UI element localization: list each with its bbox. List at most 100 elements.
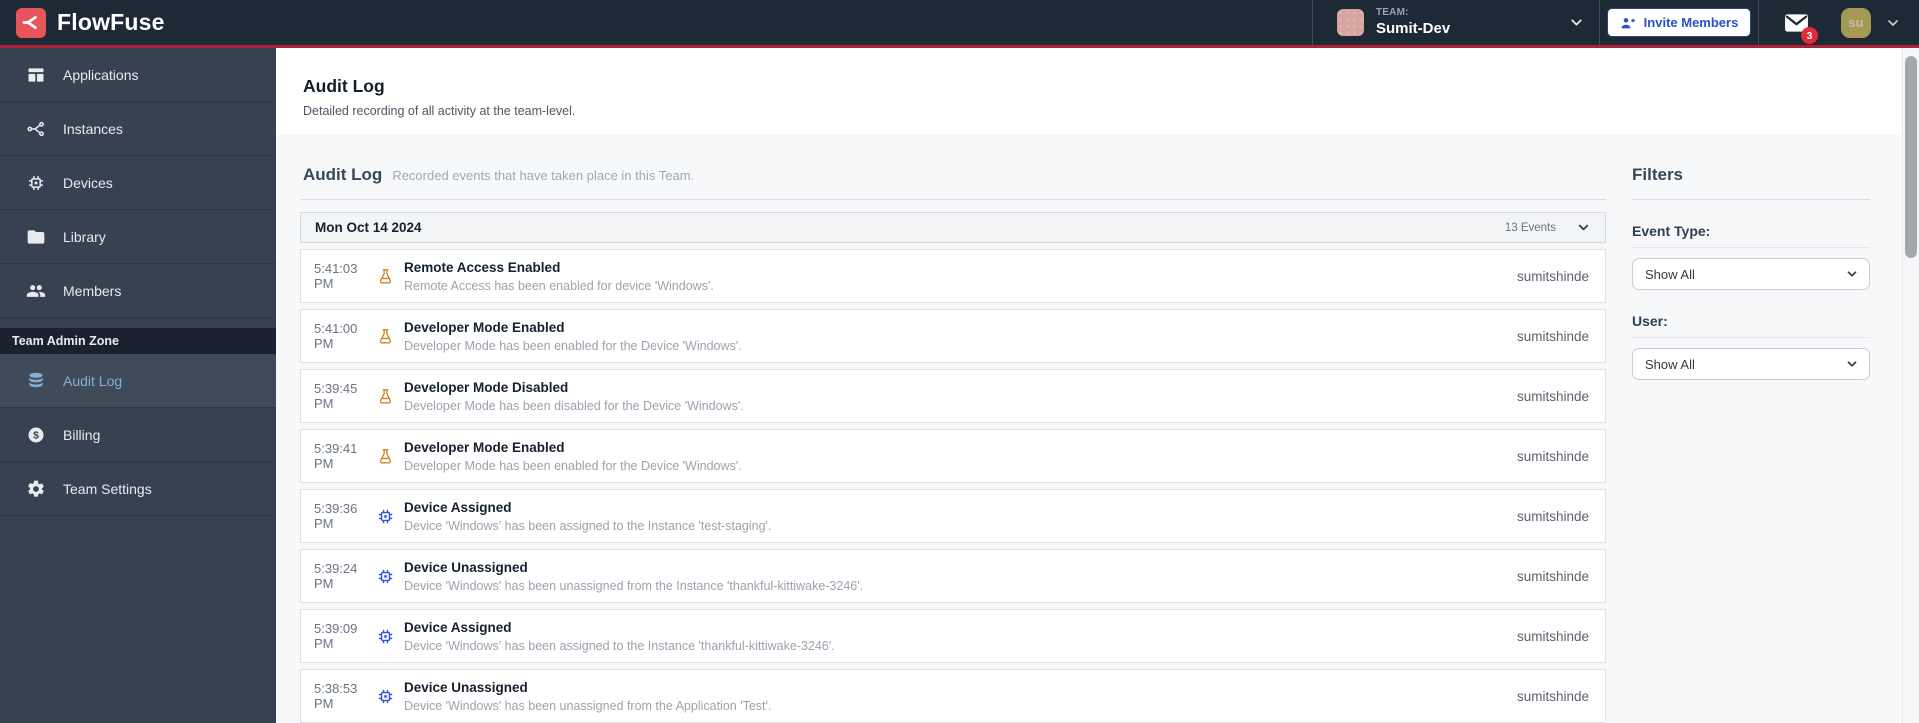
sidebar-item-library[interactable]: Library xyxy=(0,210,276,264)
vertical-scrollbar[interactable] xyxy=(1902,48,1919,723)
user-filter-select[interactable]: Show All xyxy=(1632,348,1870,380)
divider xyxy=(300,199,1606,200)
filters-panel: Filters Event Type: Show All User: Show … xyxy=(1632,165,1870,723)
chevron-down-icon xyxy=(1845,357,1859,371)
user-menu: su xyxy=(1833,0,1919,45)
event-time: 5:41:00 PM xyxy=(314,321,358,351)
sidebar-item-label: Applications xyxy=(63,66,139,83)
audit-event-row: 5:39:36 PM Device Assigned Device 'Windo… xyxy=(300,489,1606,543)
event-time: 5:39:24 PM xyxy=(314,561,358,591)
audit-event-row: 5:41:00 PM Developer Mode Enabled Develo… xyxy=(300,309,1606,363)
sidebar-item-label: Members xyxy=(63,282,122,299)
team-label: TEAM: xyxy=(1376,7,1409,19)
event-time: 5:39:09 PM xyxy=(314,621,358,651)
event-description: Device 'Windows' has been unassigned fro… xyxy=(404,698,772,713)
sidebar-item-applications[interactable]: Applications xyxy=(0,48,276,102)
chip-icon xyxy=(376,567,395,586)
sidebar-item-label: Devices xyxy=(63,174,113,191)
audit-event-row: 5:39:41 PM Developer Mode Enabled Develo… xyxy=(300,429,1606,483)
invite-members-segment: Invite Members xyxy=(1600,0,1758,45)
users-icon xyxy=(26,281,46,301)
chevron-down-icon xyxy=(1568,14,1585,31)
event-title: Developer Mode Enabled xyxy=(404,439,565,455)
event-user: sumitshinde xyxy=(1516,688,1589,704)
event-user: sumitshinde xyxy=(1516,448,1589,464)
date-group-label: Mon Oct 14 2024 xyxy=(315,220,422,235)
sidebar-item-devices[interactable]: Devices xyxy=(0,156,276,210)
sidebar-item-label: Billing xyxy=(63,426,101,443)
sidebar-item-team-settings[interactable]: Team Settings xyxy=(0,462,276,516)
flask-icon xyxy=(376,327,395,346)
flask-icon xyxy=(376,447,395,466)
event-type-label: Event Type: xyxy=(1632,223,1711,239)
page-subtitle: Detailed recording of all activity at th… xyxy=(303,104,576,118)
team-admin-zone-header: Team Admin Zone xyxy=(0,328,276,354)
event-description: Developer Mode has been disabled for the… xyxy=(404,398,744,413)
divider xyxy=(1632,337,1870,338)
event-title: Developer Mode Disabled xyxy=(404,379,569,395)
divider xyxy=(1632,199,1870,200)
event-user: sumitshinde xyxy=(1516,508,1589,524)
notifications-button[interactable]: 3 xyxy=(1759,0,1833,45)
sidebar-item-label: Audit Log xyxy=(63,372,123,389)
applications-icon xyxy=(26,65,46,85)
flowfuse-logo-icon xyxy=(16,7,46,38)
audit-event-row: 5:39:24 PM Device Unassigned Device 'Win… xyxy=(300,549,1606,603)
audit-event-row: 5:41:03 PM Remote Access Enabled Remote … xyxy=(300,249,1606,303)
flask-icon xyxy=(376,387,395,406)
event-type-select[interactable]: Show All xyxy=(1632,258,1870,290)
user-filter-value: Show All xyxy=(1645,356,1695,372)
chevron-down-icon xyxy=(1845,267,1859,281)
team-selector[interactable]: TEAM: Sumit-Dev xyxy=(1313,0,1599,45)
main-content: Audit Log Detailed recording of all acti… xyxy=(276,48,1919,723)
audit-event-row: 5:39:45 PM Developer Mode Disabled Devel… xyxy=(300,369,1606,423)
scrollbar-thumb[interactable] xyxy=(1905,56,1917,258)
sidebar-item-instances[interactable]: Instances xyxy=(0,102,276,156)
gear-icon xyxy=(26,479,46,499)
instances-icon xyxy=(26,119,46,139)
top-navbar: FlowFuse TEAM: Sumit-Dev Invite Members … xyxy=(0,0,1919,45)
event-description: Remote Access has been enabled for devic… xyxy=(404,278,714,293)
sidebar-item-audit-log[interactable]: Audit Log xyxy=(0,354,276,408)
event-user: sumitshinde xyxy=(1516,328,1589,344)
audit-event-row: 5:38:53 PM Device Unassigned Device 'Win… xyxy=(300,669,1606,723)
section-title: Audit Log xyxy=(303,165,383,184)
event-title: Device Unassigned xyxy=(404,679,528,695)
event-title: Developer Mode Enabled xyxy=(404,319,565,335)
page-header: Audit Log Detailed recording of all acti… xyxy=(276,48,1919,135)
folder-icon xyxy=(26,227,46,247)
event-time: 5:41:03 PM xyxy=(314,261,358,291)
sidebar: Applications Instances Devices Library M… xyxy=(0,48,276,723)
sidebar-item-billing[interactable]: $ Billing xyxy=(0,408,276,462)
brand-name: FlowFuse xyxy=(57,9,165,35)
date-group-header[interactable]: Mon Oct 14 2024 13 Events xyxy=(300,212,1606,243)
team-name: Sumit-Dev xyxy=(1376,19,1451,37)
chevron-down-icon[interactable] xyxy=(1885,15,1901,31)
event-user: sumitshinde xyxy=(1516,568,1589,584)
event-description: Device 'Windows' has been unassigned fro… xyxy=(404,578,864,593)
event-time: 5:38:53 PM xyxy=(314,681,358,711)
notifications-badge: 3 xyxy=(1801,27,1818,44)
event-user: sumitshinde xyxy=(1516,628,1589,644)
event-description: Device 'Windows' has been assigned to th… xyxy=(404,638,835,653)
sidebar-item-members[interactable]: Members xyxy=(0,264,276,318)
event-title: Device Assigned xyxy=(404,499,512,515)
dollar-circle-icon: $ xyxy=(26,425,46,445)
chevron-down-icon[interactable] xyxy=(1576,220,1591,235)
page-title: Audit Log xyxy=(303,76,385,96)
invite-members-button[interactable]: Invite Members xyxy=(1606,8,1752,37)
event-type-value: Show All xyxy=(1645,266,1695,282)
flowfuse-logo[interactable]: FlowFuse xyxy=(0,0,165,45)
flask-icon xyxy=(376,267,395,286)
devices-icon xyxy=(26,173,46,193)
person-plus-icon xyxy=(1620,15,1636,31)
database-icon xyxy=(26,371,46,391)
user-avatar[interactable]: su xyxy=(1841,7,1871,38)
sidebar-item-label: Library xyxy=(63,228,106,245)
invite-members-label: Invite Members xyxy=(1643,15,1739,30)
team-avatar xyxy=(1337,9,1364,36)
events-count: 13 Events xyxy=(1504,221,1556,234)
chip-icon xyxy=(376,687,395,706)
event-description: Device 'Windows' has been assigned to th… xyxy=(404,518,772,533)
event-time: 5:39:36 PM xyxy=(314,501,358,531)
